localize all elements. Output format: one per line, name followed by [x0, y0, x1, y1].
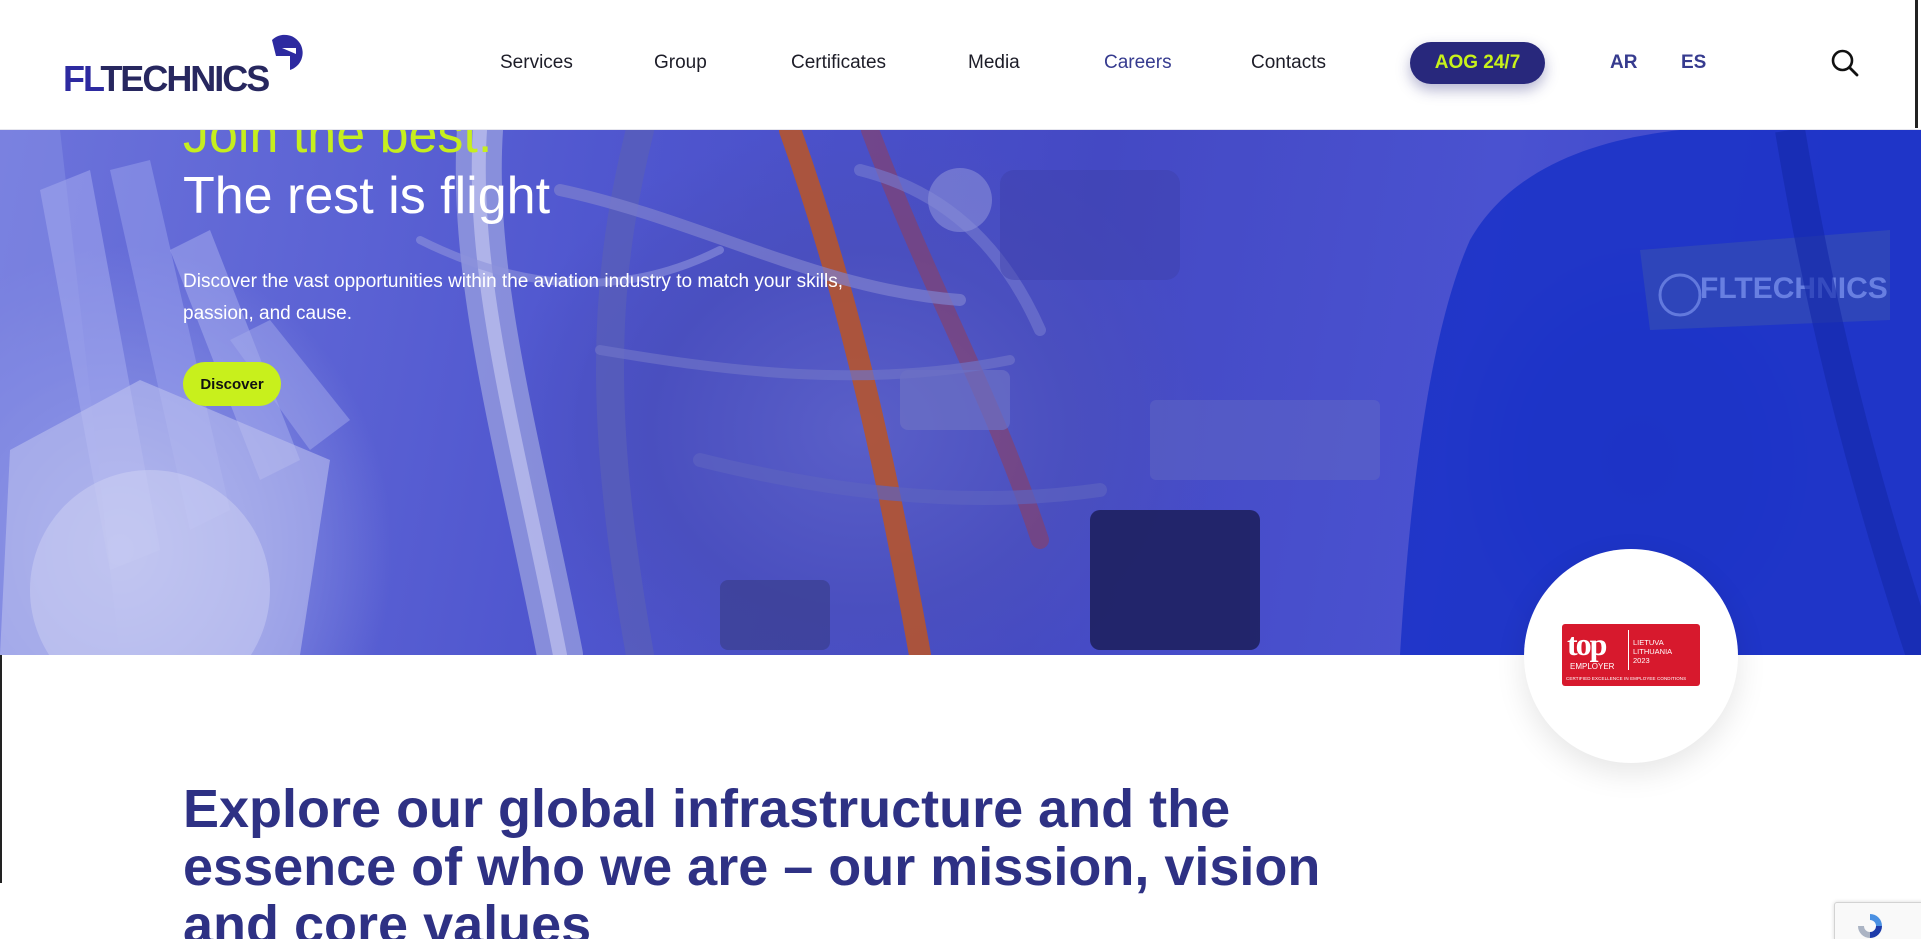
nav-item-careers[interactable]: Careers [1104, 52, 1172, 74]
explore-heading: Explore our global infrastructure and th… [183, 779, 1321, 939]
discover-button[interactable]: Discover [183, 362, 281, 406]
badge-footer-text: CERTIFIED EXCELLENCE IN EMPLOYEE CONDITI… [1566, 676, 1687, 681]
nav-item-certificates[interactable]: Certificates [791, 52, 886, 74]
nav-item-group[interactable]: Group [654, 52, 707, 74]
language-ar-link[interactable]: AR [1610, 52, 1637, 74]
hero-title-highlight: Join the best. [183, 130, 493, 164]
badge-top-text: top [1567, 626, 1607, 662]
top-employer-badge-container: top EMPLOYER LIETUVA LITHUANIA 2023 CERT… [1524, 549, 1738, 763]
hero-description: Discover the vast opportunities within t… [183, 271, 844, 324]
language-es-link[interactable]: ES [1681, 52, 1706, 74]
recaptcha-icon [1858, 914, 1882, 938]
site-header: FLTECHNICS Services Group Certificates M… [0, 0, 1921, 130]
nav-item-media[interactable]: Media [968, 52, 1020, 74]
badge-divider [1628, 630, 1629, 670]
recaptcha-widget[interactable] [1834, 902, 1921, 939]
badge-employer-text: EMPLOYER [1570, 662, 1615, 671]
scrollbar-edge [1915, 0, 1918, 128]
svg-text:FLTECHNICS: FLTECHNICS [1700, 272, 1888, 305]
nav-item-services[interactable]: Services [500, 52, 573, 74]
page-edge-line [0, 655, 2, 883]
hero-title: The rest is flight [183, 167, 551, 225]
nav-item-contacts[interactable]: Contacts [1251, 52, 1326, 74]
search-icon[interactable] [1830, 48, 1860, 78]
page: FLTECHNICS Join the best. The rest is fl… [0, 0, 1921, 939]
main-nav: Services Group Certificates Media Career… [0, 0, 1921, 130]
top-employer-badge: top EMPLOYER LIETUVA LITHUANIA 2023 CERT… [1562, 624, 1700, 686]
aog-button[interactable]: AOG 24/7 [1410, 42, 1545, 84]
badge-country-text: LIETUVA LITHUANIA 2023 [1633, 638, 1673, 665]
